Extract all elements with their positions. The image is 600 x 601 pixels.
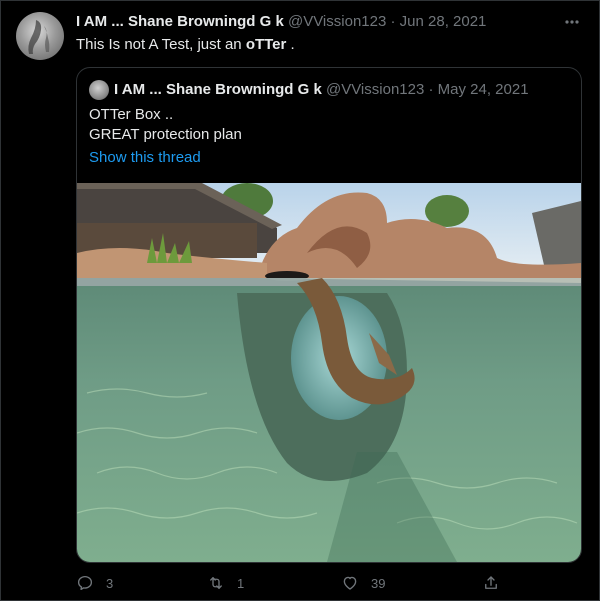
- tweet-text: This Is not A Test, just an oTTer .: [76, 35, 295, 55]
- like-icon: [343, 576, 357, 590]
- share-button[interactable]: [482, 571, 500, 595]
- tweet-card[interactable]: I AM ... Shane Browningd G k @VVission12…: [0, 0, 600, 601]
- retweet-count: 1: [237, 575, 245, 591]
- tweet-text-suffix: .: [286, 36, 295, 53]
- quoted-header: I AM ... Shane Browningd G k @VVission12…: [114, 80, 529, 100]
- share-icon: [485, 576, 497, 589]
- retweet-icon: [210, 577, 222, 589]
- quoted-avatar[interactable]: [89, 80, 109, 100]
- more-icon[interactable]: [561, 12, 583, 32]
- author-handle[interactable]: @VVission123: [288, 13, 386, 30]
- quoted-text-line1: OTTer Box ..: [89, 106, 174, 123]
- author-name[interactable]: I AM ... Shane Browningd G k: [76, 13, 284, 30]
- like-count: 39: [371, 575, 386, 591]
- tweet-actions: 3 1 39: [76, 571, 506, 595]
- quoted-author-name: I AM ... Shane Browningd G k: [114, 81, 322, 98]
- reply-icon: [77, 575, 93, 591]
- retweet-button[interactable]: 1: [207, 571, 244, 595]
- reply-count: 3: [106, 575, 114, 591]
- quoted-author-handle: @VVission123: [325, 81, 425, 98]
- tweet-date[interactable]: Jun 28, 2021: [400, 13, 487, 30]
- avatar[interactable]: [16, 12, 64, 60]
- quoted-header-separator: ·: [428, 81, 434, 98]
- quoted-media-image[interactable]: [77, 183, 581, 562]
- show-thread-link[interactable]: Show this thread: [89, 148, 201, 168]
- reply-button[interactable]: 3: [76, 571, 113, 595]
- like-button[interactable]: 39: [341, 571, 385, 595]
- quoted-text-line2: GREAT protection plan: [89, 126, 242, 143]
- quoted-date: May 24, 2021: [437, 81, 529, 98]
- header-separator: ·: [390, 13, 396, 30]
- quoted-tweet[interactable]: I AM ... Shane Browningd G k @VVission12…: [76, 67, 582, 563]
- tweet-header: I AM ... Shane Browningd G k @VVission12…: [76, 12, 486, 32]
- tweet-text-prefix: This Is not A Test, just an: [76, 36, 246, 53]
- tweet-text-bold: oTTer: [245, 36, 287, 53]
